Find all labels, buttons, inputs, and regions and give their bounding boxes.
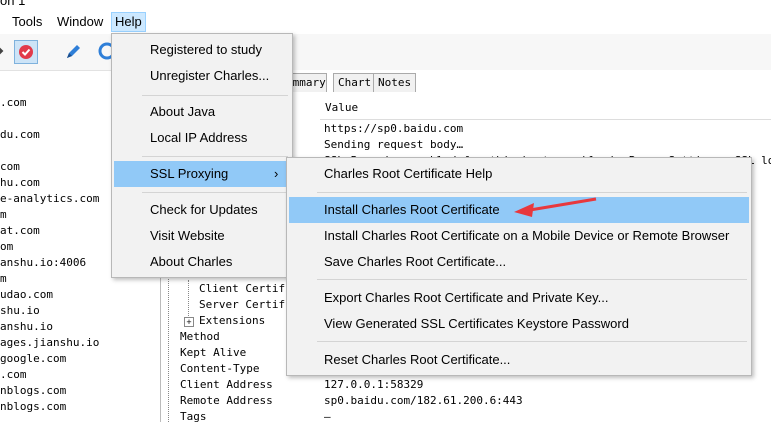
- menu-item-about-charles[interactable]: About Charles: [112, 249, 292, 275]
- prop-row[interactable]: Server Certifi: [199, 298, 292, 311]
- menu-separator: [142, 192, 288, 193]
- menu-item-label: Install Charles Root Certificate on a Mo…: [324, 228, 730, 243]
- list-item[interactable]: hu.com: [0, 176, 40, 189]
- menu-item-label: Registered to study: [150, 42, 263, 57]
- tab-chart[interactable]: Chart: [333, 73, 377, 92]
- menu-item-label: Check for Updates: [150, 202, 258, 217]
- menu-item-label: SSL Proxying: [150, 166, 229, 181]
- list-item[interactable]: anshu.io: [0, 320, 53, 333]
- menu-item-label: Install Charles Root Certificate: [324, 202, 500, 217]
- menu-window[interactable]: Window: [54, 13, 106, 31]
- list-item[interactable]: .com: [0, 368, 27, 381]
- arrow-icon[interactable]: [0, 40, 10, 62]
- value-cell: Sending request body…: [324, 138, 464, 151]
- list-item[interactable]: m: [0, 208, 7, 221]
- expand-icon[interactable]: +: [184, 317, 194, 327]
- pen-icon[interactable]: [62, 40, 84, 62]
- value-cell: https://sp0.baidu.com: [324, 122, 464, 135]
- value-header-label: Value: [325, 101, 359, 114]
- menu-separator: [142, 95, 288, 96]
- list-item[interactable]: shu.io: [0, 304, 40, 317]
- host-list: .com du.com com hu.com e-analytics.com m…: [0, 88, 110, 422]
- list-item[interactable]: udao.com: [0, 288, 53, 301]
- menu-item-label: View Generated SSL Certificates Keystore…: [324, 316, 629, 331]
- list-item[interactable]: om: [0, 240, 13, 253]
- menu-item-export-root-cert[interactable]: Export Charles Root Certificate and Priv…: [287, 285, 751, 311]
- menubar: Tools Window Help: [0, 11, 771, 33]
- value-column-header: Value: [320, 97, 771, 120]
- chevron-right-icon: ›: [274, 166, 279, 181]
- menu-separator: [317, 192, 747, 193]
- list-item[interactable]: google.com: [0, 352, 66, 365]
- tab-notes[interactable]: Notes: [373, 73, 417, 92]
- menu-item-label: Export Charles Root Certificate and Priv…: [324, 290, 609, 305]
- menu-item-local-ip[interactable]: Local IP Address: [112, 125, 292, 151]
- menu-item-label: Save Charles Root Certificate...: [324, 254, 507, 269]
- menu-item-label: Unregister Charles...: [150, 68, 270, 83]
- menu-item-root-cert-help[interactable]: Charles Root Certificate Help: [287, 161, 751, 187]
- prop-row[interactable]: Tags: [180, 410, 207, 423]
- menu-item-about-java[interactable]: About Java: [112, 99, 292, 125]
- menu-item-label: Visit Website: [150, 228, 225, 243]
- list-item[interactable]: nblogs.com: [0, 384, 66, 397]
- menu-item-label: Local IP Address: [150, 130, 248, 145]
- list-item[interactable]: e-analytics.com: [0, 192, 99, 205]
- menu-item-unregister[interactable]: Unregister Charles...: [112, 63, 292, 89]
- list-item[interactable]: anshu.io:4006: [0, 256, 86, 269]
- menu-item-ssl-proxying[interactable]: SSL Proxying ›: [114, 161, 290, 187]
- menu-tools[interactable]: Tools: [9, 13, 45, 31]
- prop-row[interactable]: Client Certifi: [199, 282, 292, 295]
- menu-item-save-root-cert[interactable]: Save Charles Root Certificate...: [287, 249, 751, 275]
- prop-row[interactable]: Remote Address: [180, 394, 273, 407]
- stop-icon[interactable]: [14, 40, 38, 64]
- window-title: on 1: [0, 0, 26, 8]
- help-menu: Registered to study Unregister Charles..…: [111, 33, 293, 278]
- ssl-proxying-submenu: Charles Root Certificate Help Install Ch…: [286, 157, 752, 376]
- menu-item-keystore-password[interactable]: View Generated SSL Certificates Keystore…: [287, 311, 751, 337]
- menu-separator: [317, 279, 747, 280]
- list-item[interactable]: m: [0, 272, 7, 285]
- prop-row[interactable]: Kept Alive: [180, 346, 246, 359]
- menu-item-visit-website[interactable]: Visit Website: [112, 223, 292, 249]
- prop-row[interactable]: Content-Type: [180, 362, 259, 375]
- menu-item-label: Charles Root Certificate Help: [324, 166, 493, 181]
- menu-separator: [142, 156, 288, 157]
- menu-item-check-updates[interactable]: Check for Updates: [112, 197, 292, 223]
- list-item[interactable]: com: [0, 160, 20, 173]
- list-item[interactable]: ages.jianshu.io: [0, 336, 99, 349]
- value-cell: –: [324, 410, 331, 423]
- menu-item-label: About Charles: [150, 254, 233, 269]
- menu-item-registered[interactable]: Registered to study: [112, 37, 292, 63]
- list-item[interactable]: nblogs.com: [0, 400, 66, 413]
- list-item[interactable]: at.com: [0, 224, 40, 237]
- prop-row[interactable]: Extensions: [199, 314, 265, 327]
- menu-separator: [317, 341, 747, 342]
- value-cell: sp0.baidu.com/182.61.200.6:443: [324, 394, 523, 407]
- list-item[interactable]: du.com: [0, 128, 40, 141]
- red-arrow-annotation-icon: [514, 197, 597, 217]
- menu-help[interactable]: Help: [111, 12, 146, 32]
- menu-item-label: About Java: [150, 104, 216, 119]
- value-cell: 127.0.0.1:58329: [324, 378, 424, 391]
- menu-item-label: Reset Charles Root Certificate...: [324, 352, 511, 367]
- list-item[interactable]: .com: [0, 96, 27, 109]
- prop-row[interactable]: Client Address: [180, 378, 273, 391]
- prop-row[interactable]: Method: [180, 330, 220, 343]
- menu-item-install-mobile[interactable]: Install Charles Root Certificate on a Mo…: [287, 223, 751, 249]
- menu-item-reset-root-cert[interactable]: Reset Charles Root Certificate...: [287, 347, 751, 373]
